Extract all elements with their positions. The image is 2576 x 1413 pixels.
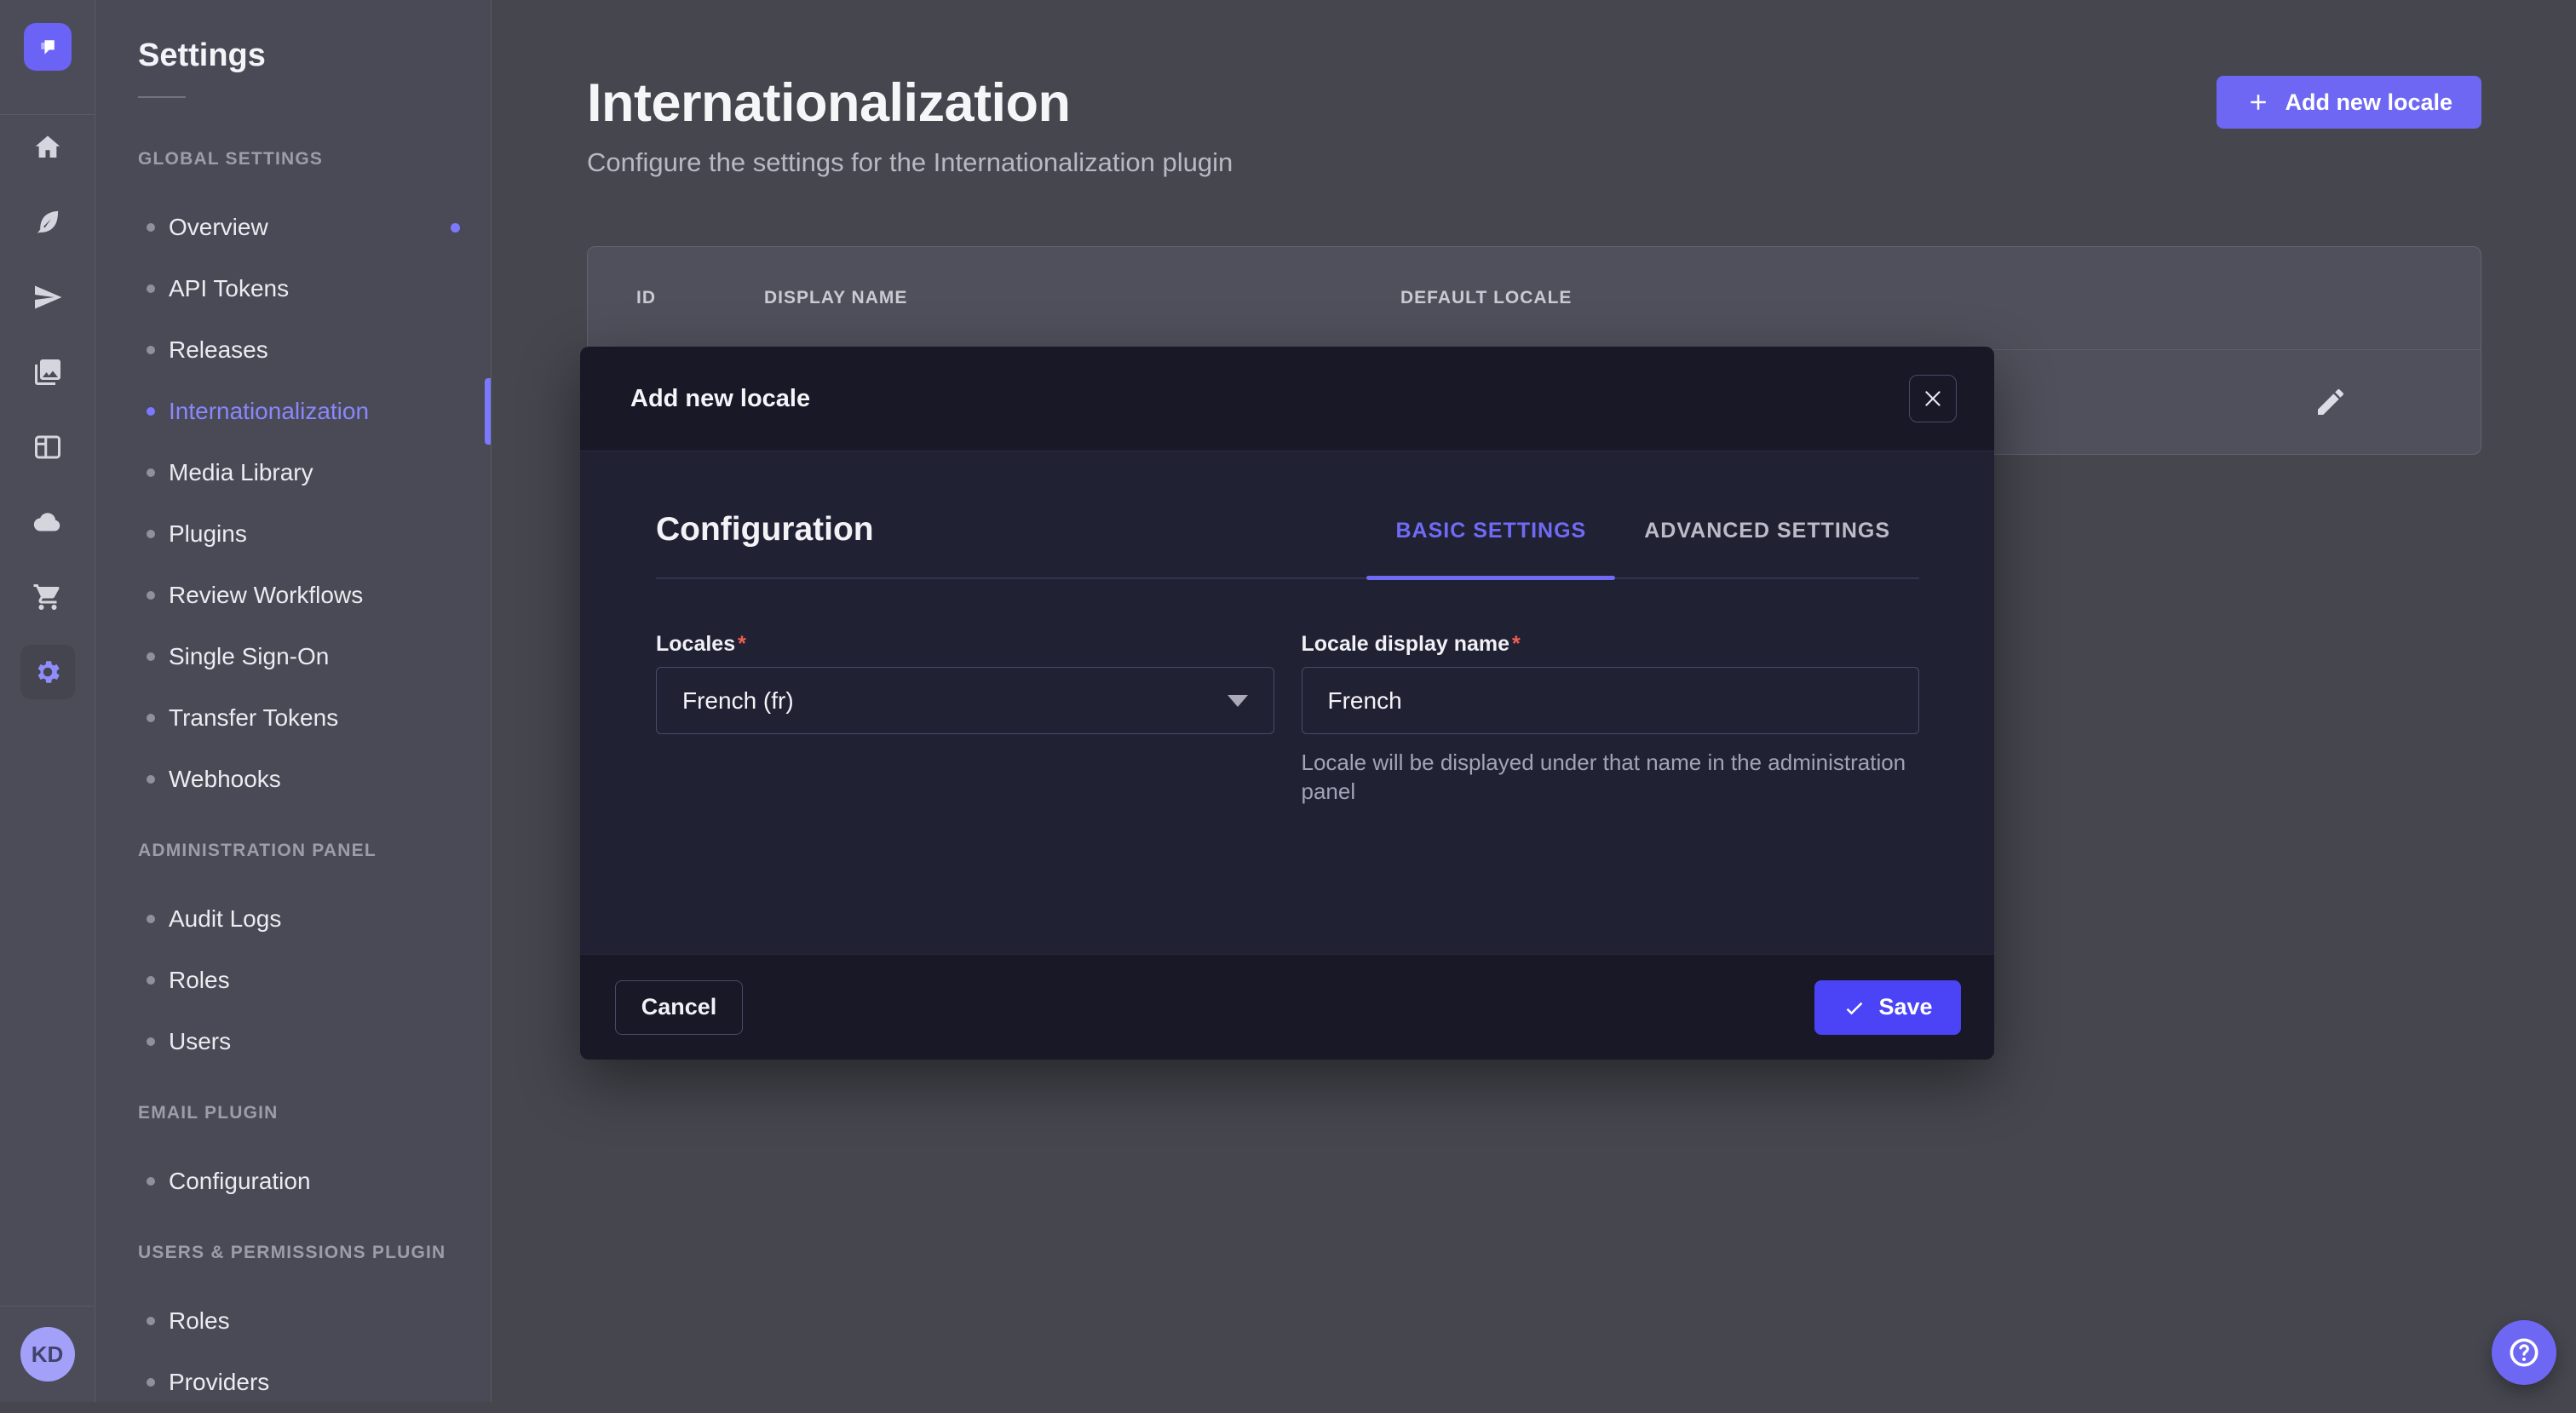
settings-sidebar: Settings GLOBAL SETTINGS Overview API To…: [95, 0, 492, 1402]
section-users-permissions-plugin: USERS & PERMISSIONS PLUGIN: [138, 1243, 491, 1263]
avatar[interactable]: KD: [20, 1327, 75, 1381]
table-header-row: ID DISPLAY NAME DEFAULT LOCALE: [588, 247, 2481, 349]
strapi-logo[interactable]: [24, 23, 72, 71]
cloud-icon[interactable]: [20, 495, 75, 549]
shopping-cart-icon[interactable]: [20, 570, 75, 624]
bullet-icon: [147, 1177, 155, 1186]
locales-label: Locales*: [656, 632, 746, 656]
cancel-button[interactable]: Cancel: [615, 980, 743, 1035]
feather-icon[interactable]: [20, 195, 75, 250]
tab-basic-settings[interactable]: BASIC SETTINGS: [1366, 519, 1615, 577]
logo-block: [0, 0, 95, 115]
locales-select[interactable]: French (fr): [656, 667, 1274, 734]
section-global-settings: GLOBAL SETTINGS: [138, 149, 491, 169]
bullet-icon: [147, 714, 155, 722]
bullet-icon: [147, 652, 155, 661]
locales-field: Locales* French (fr): [656, 632, 1274, 806]
modal-body: Configuration BASIC SETTINGS ADVANCED SE…: [580, 451, 1994, 954]
sidebar-item-audit-logs[interactable]: Audit Logs: [95, 888, 491, 950]
section-users-permissions-list: Roles Providers: [95, 1290, 491, 1413]
sidebar-item-up-roles[interactable]: Roles: [95, 1290, 491, 1352]
page-header: Internationalization Configure the setti…: [587, 72, 2481, 178]
modal-header: Add new locale: [580, 347, 1994, 451]
sidebar-item-admin-roles[interactable]: Roles: [95, 950, 491, 1011]
column-header-default-locale: DEFAULT LOCALE: [1400, 288, 2313, 308]
modal-footer: Cancel Save: [580, 954, 1994, 1060]
bullet-icon: [147, 346, 155, 354]
sidebar-item-internationalization[interactable]: Internationalization: [95, 381, 491, 442]
check-icon: [1843, 996, 1866, 1020]
required-asterisk: *: [1512, 632, 1521, 656]
sidebar-title: Settings: [95, 37, 491, 74]
sidebar-item-review-workflows[interactable]: Review Workflows: [95, 565, 491, 626]
sidebar-item-up-providers[interactable]: Providers: [95, 1352, 491, 1413]
modal-title: Add new locale: [630, 385, 810, 413]
display-name-field: Locale display name* Locale will be disp…: [1302, 632, 1920, 806]
layout-icon[interactable]: [20, 420, 75, 474]
section-administration-panel: ADMINISTRATION PANEL: [138, 841, 491, 861]
configuration-header: Configuration BASIC SETTINGS ADVANCED SE…: [656, 451, 1919, 579]
rail-nav: [0, 115, 95, 699]
help-icon: [2505, 1334, 2543, 1371]
bullet-icon: [147, 775, 155, 784]
save-button[interactable]: Save: [1814, 980, 1961, 1035]
page-title: Internationalization: [587, 72, 1233, 134]
required-asterisk: *: [738, 632, 746, 656]
bullet-icon: [147, 1317, 155, 1325]
configuration-title: Configuration: [656, 511, 874, 549]
help-button[interactable]: [2492, 1320, 2556, 1385]
section-email-plugin-list: Configuration: [95, 1151, 491, 1212]
bullet-icon: [147, 223, 155, 232]
bullet-icon: [147, 284, 155, 293]
close-modal-button[interactable]: [1909, 375, 1957, 422]
sidebar-item-releases[interactable]: Releases: [95, 319, 491, 381]
bullet-icon: [147, 1378, 155, 1387]
locales-select-value: French (fr): [682, 687, 794, 715]
column-header-display-name: DISPLAY NAME: [764, 288, 1400, 308]
edit-locale-button[interactable]: [2309, 380, 2353, 424]
sidebar-item-single-sign-on[interactable]: Single Sign-On: [95, 626, 491, 687]
display-name-label: Locale display name*: [1302, 632, 1521, 656]
settings-gear-icon[interactable]: [20, 645, 75, 699]
section-email-plugin: EMAIL PLUGIN: [138, 1103, 491, 1123]
settings-tabs: BASIC SETTINGS ADVANCED SETTINGS: [1366, 519, 1919, 577]
chevron-down-icon: [1228, 695, 1248, 707]
display-name-input[interactable]: [1302, 667, 1920, 734]
column-header-id: ID: [636, 288, 764, 308]
bullet-icon: [147, 915, 155, 923]
sidebar-item-overview[interactable]: Overview: [95, 197, 491, 258]
home-icon[interactable]: [20, 120, 75, 175]
icon-rail: KD: [0, 0, 95, 1402]
add-new-locale-button[interactable]: Add new locale: [2217, 76, 2481, 129]
pencil-icon: [2314, 385, 2348, 419]
sidebar-item-email-configuration[interactable]: Configuration: [95, 1151, 491, 1212]
notification-dot-icon: [451, 223, 460, 233]
bullet-icon: [147, 591, 155, 600]
display-name-hint: Locale will be displayed under that name…: [1302, 748, 1906, 806]
sidebar-item-admin-users[interactable]: Users: [95, 1011, 491, 1072]
page-title-block: Internationalization Configure the setti…: [587, 72, 1233, 178]
tab-advanced-settings[interactable]: ADVANCED SETTINGS: [1615, 519, 1919, 577]
bullet-icon: [147, 976, 155, 985]
rail-bottom: KD: [0, 1306, 95, 1402]
sidebar-item-plugins[interactable]: Plugins: [95, 503, 491, 565]
images-icon[interactable]: [20, 345, 75, 399]
close-icon: [1922, 388, 1944, 410]
section-administration-panel-list: Audit Logs Roles Users: [95, 888, 491, 1072]
locale-form-row: Locales* French (fr) Locale display name…: [656, 632, 1919, 806]
title-divider: [138, 96, 186, 98]
section-global-settings-list: Overview API Tokens Releases Internation…: [95, 197, 491, 810]
add-new-locale-modal: Add new locale Configuration BASIC SETTI…: [580, 347, 1994, 1060]
bullet-icon: [147, 407, 155, 416]
paper-plane-icon[interactable]: [20, 270, 75, 325]
bullet-icon: [147, 468, 155, 477]
bullet-icon: [147, 1037, 155, 1046]
sidebar-item-transfer-tokens[interactable]: Transfer Tokens: [95, 687, 491, 749]
sidebar-item-media-library[interactable]: Media Library: [95, 442, 491, 503]
sidebar-item-api-tokens[interactable]: API Tokens: [95, 258, 491, 319]
page-subtitle: Configure the settings for the Internati…: [587, 147, 1233, 178]
plus-icon: [2245, 89, 2271, 115]
sidebar-item-webhooks[interactable]: Webhooks: [95, 749, 491, 810]
bullet-icon: [147, 530, 155, 538]
